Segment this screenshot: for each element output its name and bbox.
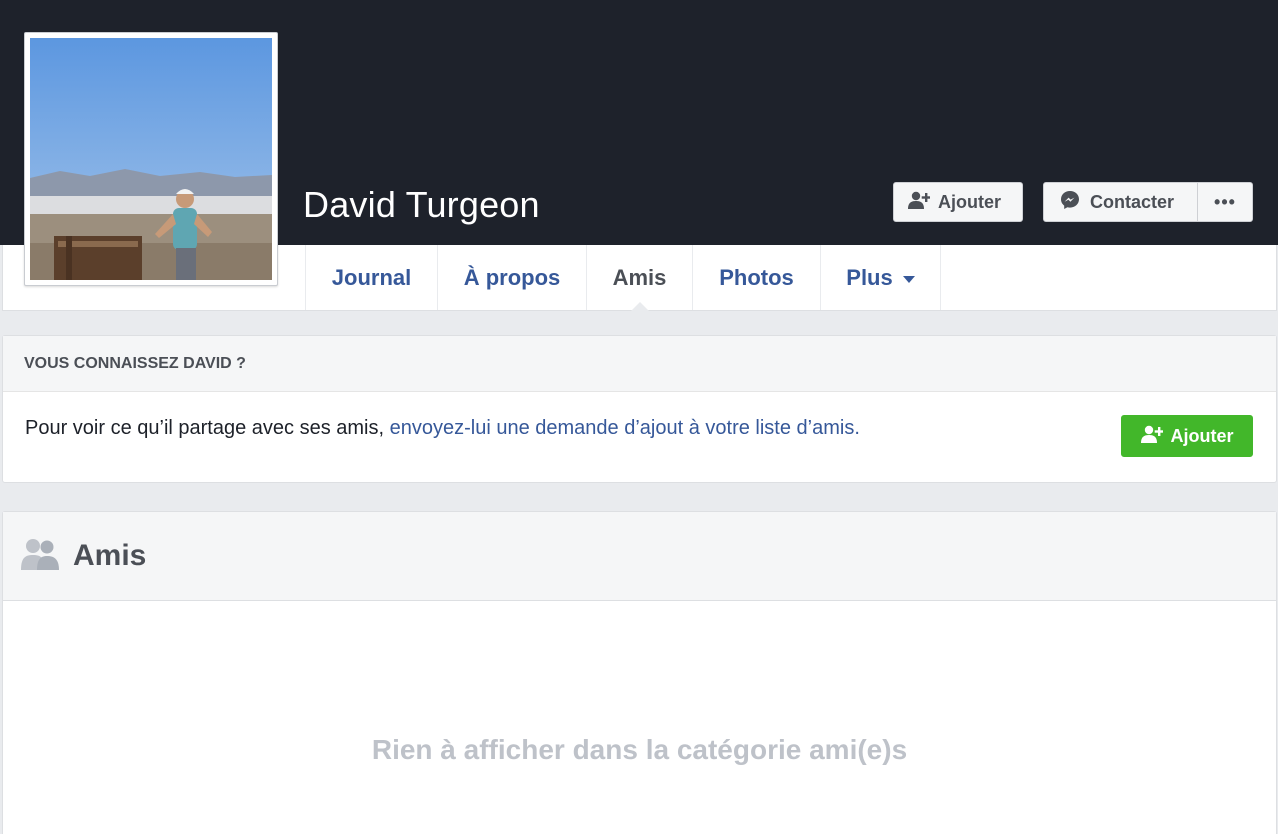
- profile-photo-image: [30, 38, 272, 280]
- message-label: Contacter: [1090, 191, 1175, 212]
- chevron-down-icon: [902, 275, 915, 283]
- add-friend-green-label: Ajouter: [1170, 425, 1234, 446]
- tab-photos[interactable]: Photos: [692, 245, 820, 310]
- friends-section-title[interactable]: Amis: [73, 539, 146, 573]
- friend-request-card: VOUS CONNAISSEZ DAVID ? Pour voir ce qu’…: [2, 335, 1277, 483]
- friends-section: Amis Rien à afficher dans la catégorie a…: [2, 511, 1277, 834]
- friend-request-text: Pour voir ce qu’il partage avec ses amis…: [25, 417, 860, 439]
- tab-friends[interactable]: Amis: [586, 245, 692, 311]
- send-friend-request-link[interactable]: envoyez-lui une demande d’ajout à votre …: [390, 417, 860, 439]
- more-options-button[interactable]: •••: [1198, 183, 1252, 221]
- person-plus-icon: [908, 191, 931, 214]
- profile-picture[interactable]: [24, 32, 278, 286]
- add-friend-button[interactable]: Ajouter: [893, 182, 1023, 222]
- message-button-group: Contacter •••: [1043, 182, 1253, 222]
- tab-about[interactable]: À propos: [437, 245, 586, 310]
- empty-friends-message: Rien à afficher dans la catégorie ami(e)…: [371, 734, 908, 765]
- friend-request-heading: VOUS CONNAISSEZ DAVID ?: [3, 336, 1276, 392]
- add-friend-green-button[interactable]: Ajouter: [1121, 415, 1253, 457]
- friends-section-header: Amis: [3, 512, 1276, 601]
- person-plus-icon: [1140, 425, 1164, 448]
- tab-journal[interactable]: Journal: [305, 245, 437, 310]
- friends-icon: [21, 538, 59, 575]
- messenger-icon: [1060, 190, 1080, 215]
- message-button[interactable]: Contacter: [1044, 183, 1198, 221]
- tab-more[interactable]: Plus: [820, 245, 941, 310]
- profile-name[interactable]: David Turgeon: [303, 184, 540, 226]
- add-friend-label: Ajouter: [938, 191, 1001, 212]
